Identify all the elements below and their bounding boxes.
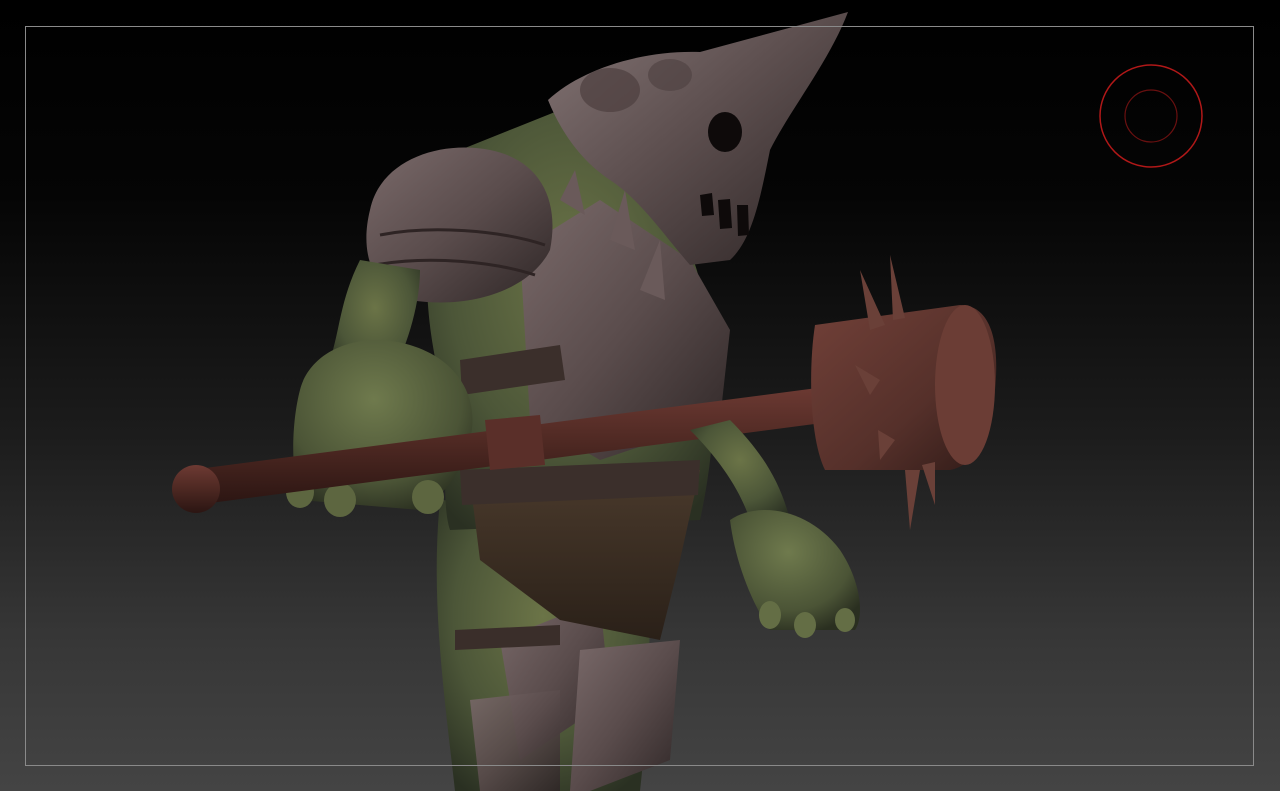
view-rotate-gizmo-icon[interactable] (1098, 63, 1204, 169)
3d-viewport[interactable] (0, 0, 1280, 791)
canvas-frame (25, 26, 1254, 766)
